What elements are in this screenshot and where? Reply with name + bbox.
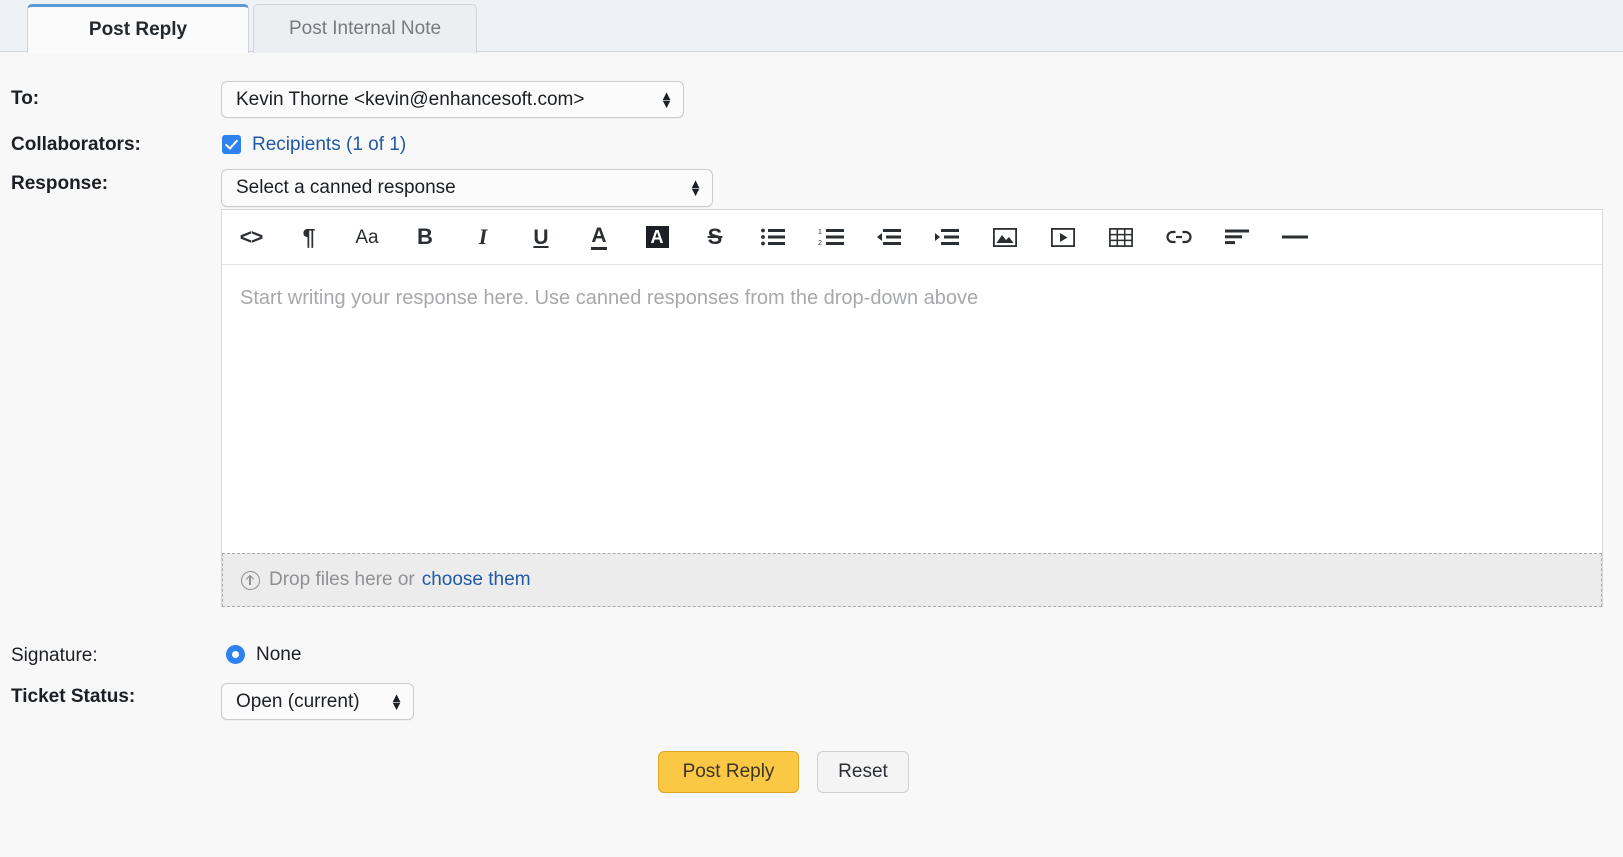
signature-radio-none-label: None bbox=[256, 644, 302, 665]
signature-label: Signature: bbox=[11, 645, 98, 666]
rich-text-editor: <> ¶ Aa B I U A A S 1 2 Start writing yo… bbox=[221, 209, 1603, 607]
horizontal-rule-icon[interactable] bbox=[1266, 210, 1324, 265]
underline-icon[interactable]: U bbox=[512, 210, 570, 265]
insert-video-icon[interactable] bbox=[1034, 210, 1092, 265]
to-label: To: bbox=[11, 88, 40, 109]
reset-button-label: Reset bbox=[838, 761, 888, 782]
insert-table-icon[interactable] bbox=[1092, 210, 1150, 265]
ticket-status-select[interactable]: Open (current) ▲ ▼ bbox=[221, 683, 414, 720]
choose-files-link[interactable]: choose them bbox=[422, 569, 531, 591]
indent-icon[interactable] bbox=[918, 210, 976, 265]
recipients-link[interactable]: Recipients (1 of 1) bbox=[252, 134, 406, 156]
to-select-value: Kevin Thorne <kevin@enhancesoft.com> bbox=[236, 88, 585, 110]
source-code-glyph: <> bbox=[239, 225, 264, 249]
strikethrough-icon[interactable]: S bbox=[686, 210, 744, 265]
recipients-checkbox[interactable] bbox=[222, 135, 241, 154]
insert-link-icon[interactable] bbox=[1150, 210, 1208, 265]
post-reply-button-label: Post Reply bbox=[682, 761, 775, 782]
tab-post-reply[interactable]: Post Reply bbox=[27, 4, 249, 53]
chevron-updown-icon: ▲ ▼ bbox=[660, 87, 673, 111]
canned-response-select[interactable]: Select a canned response ▲ ▼ bbox=[221, 169, 713, 207]
strikethrough-glyph: S bbox=[707, 224, 723, 249]
numbered-list-icon[interactable]: 1 2 bbox=[802, 210, 860, 265]
reset-button[interactable]: Reset bbox=[817, 751, 909, 793]
font-size-icon[interactable]: Aa bbox=[338, 210, 396, 265]
bold-icon[interactable]: B bbox=[396, 210, 454, 265]
dropzone-text: Drop files here or bbox=[269, 569, 415, 590]
text-color-glyph: A bbox=[591, 225, 607, 250]
svg-text:2: 2 bbox=[818, 240, 822, 246]
tab-post-internal-note-label: Post Internal Note bbox=[288, 18, 442, 39]
tab-post-internal-note[interactable]: Post Internal Note bbox=[253, 4, 477, 53]
highlight-color-icon[interactable]: A bbox=[628, 210, 686, 265]
ticket-status-label: Ticket Status: bbox=[11, 686, 136, 707]
tab-post-reply-label: Post Reply bbox=[88, 19, 188, 40]
reply-form-page: Post Reply Post Internal Note To: Kevin … bbox=[0, 0, 1623, 857]
collaborators-label: Collaborators: bbox=[11, 134, 141, 155]
upload-icon bbox=[241, 570, 260, 590]
editor-canvas[interactable]: Start writing your response here. Use ca… bbox=[222, 265, 1602, 553]
italic-icon[interactable]: I bbox=[454, 210, 512, 265]
editor-placeholder: Start writing your response here. Use ca… bbox=[240, 287, 979, 309]
underline-glyph: U bbox=[533, 225, 549, 249]
insert-image-icon[interactable] bbox=[976, 210, 1034, 265]
highlight-color-glyph: A bbox=[645, 226, 669, 248]
bold-glyph: B bbox=[417, 224, 433, 249]
canned-response-value: Select a canned response bbox=[236, 177, 456, 198]
outdent-icon[interactable] bbox=[860, 210, 918, 265]
tab-strip: Post Reply Post Internal Note bbox=[0, 0, 1623, 53]
bulleted-list-icon[interactable] bbox=[744, 210, 802, 265]
align-text-icon[interactable] bbox=[1208, 210, 1266, 265]
editor-toolbar: <> ¶ Aa B I U A A S 1 2 bbox=[222, 210, 1602, 265]
italic-glyph: I bbox=[478, 224, 488, 249]
source-code-icon[interactable]: <> bbox=[222, 210, 280, 265]
font-size-glyph: Aa bbox=[355, 226, 379, 248]
signature-radio-none[interactable] bbox=[226, 645, 245, 664]
text-color-icon[interactable]: A bbox=[570, 210, 628, 265]
svg-text:1: 1 bbox=[818, 229, 822, 236]
ticket-status-value: Open (current) bbox=[236, 690, 360, 712]
chevron-updown-icon: ▲ ▼ bbox=[689, 175, 702, 199]
paragraph-glyph: ¶ bbox=[302, 223, 316, 250]
file-dropzone[interactable]: Drop files here or choose them bbox=[222, 553, 1602, 607]
paragraph-icon[interactable]: ¶ bbox=[280, 210, 338, 265]
response-label: Response: bbox=[11, 173, 109, 194]
chevron-updown-icon: ▲ ▼ bbox=[390, 689, 403, 713]
to-select[interactable]: Kevin Thorne <kevin@enhancesoft.com> ▲ ▼ bbox=[221, 81, 684, 118]
post-reply-button[interactable]: Post Reply bbox=[658, 751, 799, 793]
